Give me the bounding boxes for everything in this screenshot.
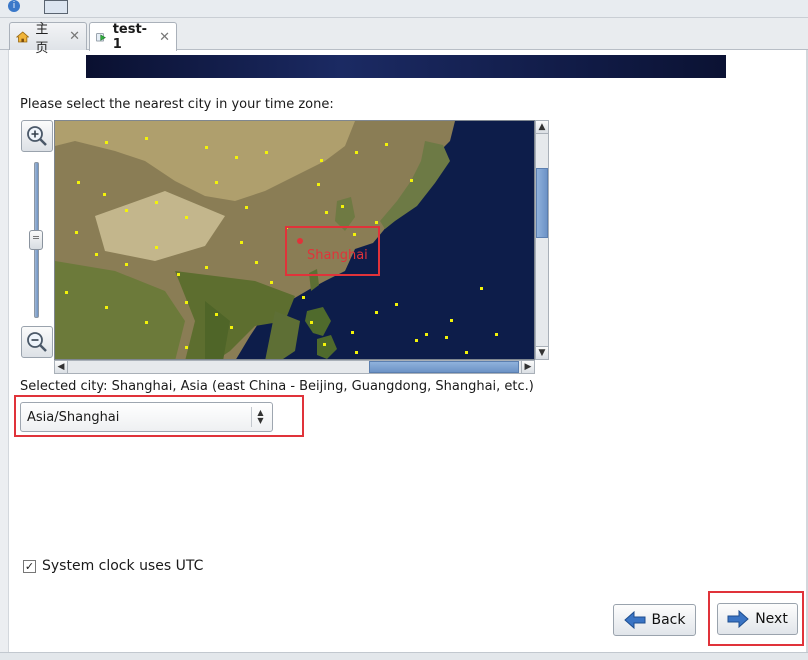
- map-horizontal-scrollbar[interactable]: ◀ ▶: [54, 360, 535, 374]
- scroll-up-button[interactable]: ▲: [535, 120, 549, 134]
- scroll-left-button[interactable]: ◀: [54, 360, 68, 374]
- map-marker-label: Shanghai: [307, 248, 368, 263]
- close-icon[interactable]: ✕: [69, 29, 80, 44]
- top-toolbar: i: [0, 0, 808, 18]
- scroll-right-button[interactable]: ▶: [521, 360, 535, 374]
- timezone-prompt: Please select the nearest city in your t…: [20, 97, 334, 112]
- back-button-label: Back: [651, 612, 686, 628]
- scroll-down-button[interactable]: ▼: [535, 346, 549, 360]
- shanghai-highlight-box: Shanghai: [285, 226, 380, 276]
- close-icon[interactable]: ✕: [159, 30, 170, 45]
- zoom-out-icon: [27, 332, 47, 352]
- zoom-out-button[interactable]: [21, 326, 53, 358]
- next-button-label: Next: [755, 611, 788, 627]
- tab-strip: 主页 ✕ test-1 ✕: [0, 18, 808, 56]
- installer-banner: [86, 55, 726, 78]
- home-icon: [16, 30, 30, 42]
- info-icon[interactable]: i: [8, 0, 20, 12]
- arrow-left-icon: [623, 611, 645, 629]
- arrow-right-icon: [727, 610, 749, 628]
- map-vertical-scrollbar[interactable]: ▲ ▼: [535, 120, 549, 360]
- utc-checkbox-label: System clock uses UTC: [42, 558, 204, 574]
- back-button[interactable]: Back: [613, 604, 696, 636]
- utc-checkbox-row[interactable]: ✓ System clock uses UTC: [23, 558, 203, 574]
- zoom-slider-thumb[interactable]: [29, 230, 43, 250]
- timezone-select-value: Asia/Shanghai: [27, 409, 120, 425]
- updown-arrow-icon: ▲ ▼: [251, 407, 269, 427]
- vm-run-icon: [96, 33, 106, 42]
- tab-test-1-label: test-1: [112, 22, 148, 52]
- zoom-in-icon: [27, 126, 47, 146]
- utc-checkbox[interactable]: ✓: [23, 559, 36, 573]
- window-left-edge: [0, 50, 9, 660]
- next-button[interactable]: Next: [717, 603, 798, 635]
- selected-city-text: Selected city: Shanghai, Asia (east Chin…: [20, 379, 534, 394]
- screen-icon[interactable]: [44, 0, 68, 14]
- vertical-scroll-thumb[interactable]: [536, 168, 548, 238]
- timezone-map[interactable]: Shanghai: [54, 120, 535, 360]
- timezone-select[interactable]: Asia/Shanghai ▲ ▼: [20, 402, 273, 432]
- status-bar: [0, 652, 808, 660]
- zoom-in-button[interactable]: [21, 120, 53, 152]
- tab-home[interactable]: 主页 ✕: [9, 22, 87, 56]
- tab-home-label: 主页: [35, 21, 49, 56]
- horizontal-scroll-thumb[interactable]: [369, 361, 519, 373]
- tab-test-1[interactable]: test-1 ✕: [89, 22, 177, 52]
